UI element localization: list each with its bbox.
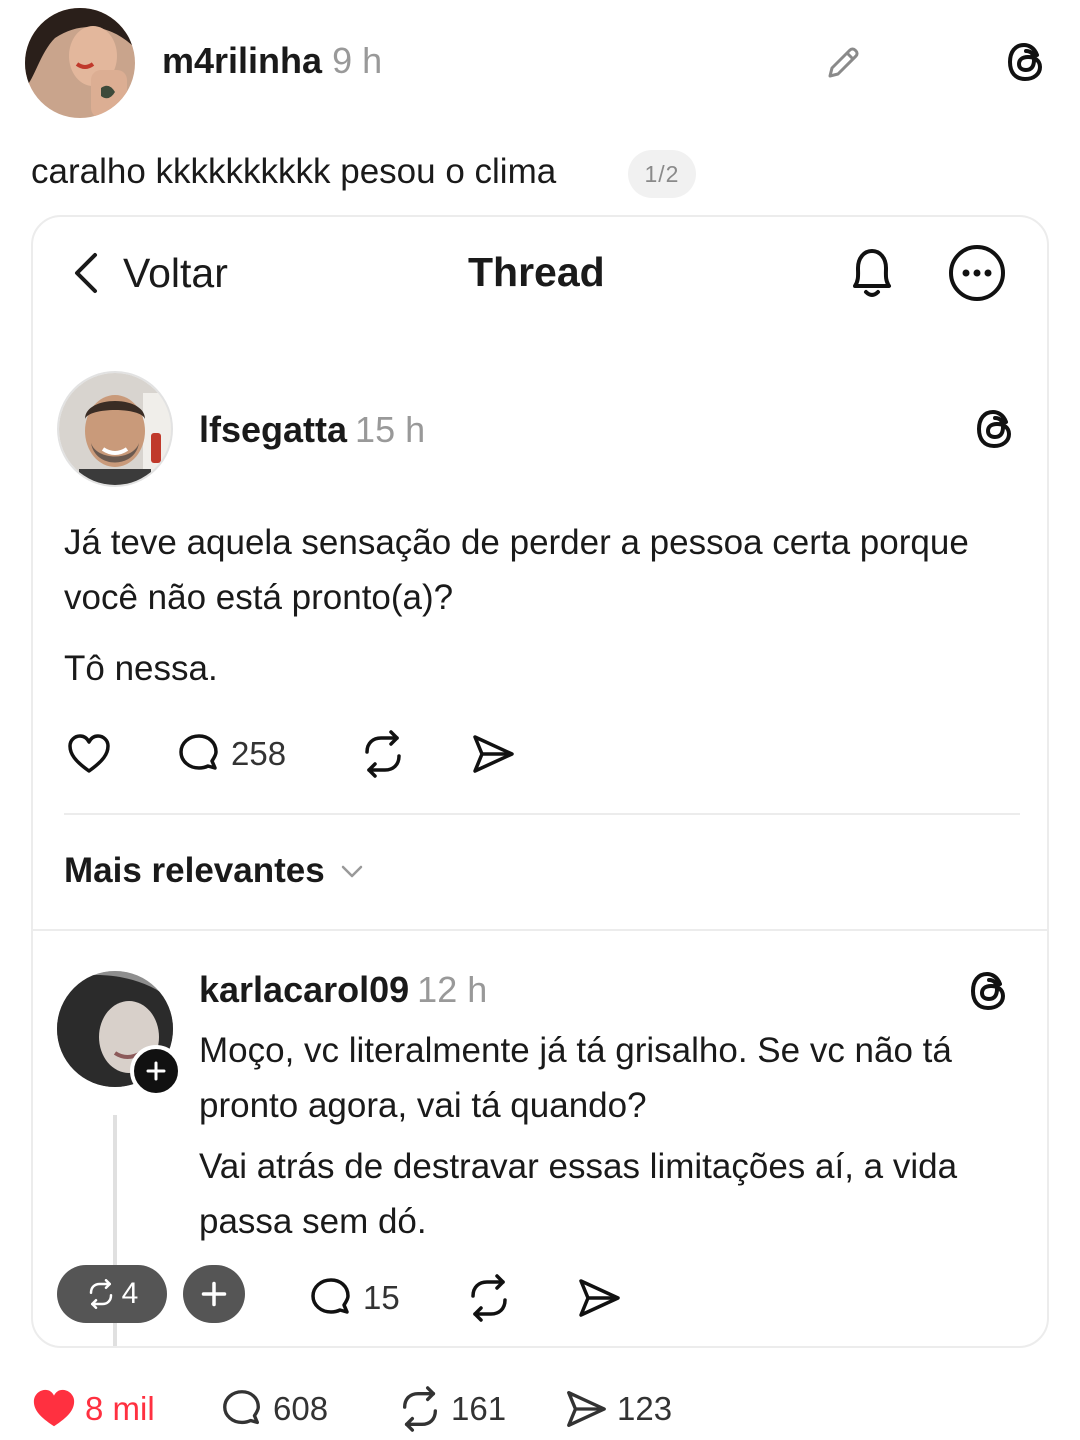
username-text[interactable]: m4rilinha: [162, 40, 322, 81]
post-caption: caralho kkkkkkkkkk pesou o clima: [31, 152, 557, 191]
post-text-secondary: Tô nessa.: [64, 649, 218, 688]
comment-count: 608: [273, 1390, 329, 1427]
post-time: 9 h: [332, 40, 383, 81]
reply-actions: 15: [307, 1273, 647, 1323]
post-text: Já teve aquela sensação de perder a pess…: [64, 523, 969, 617]
share-button[interactable]: [469, 729, 517, 779]
comment-icon: [311, 1278, 350, 1314]
share-button[interactable]: [575, 1273, 623, 1323]
post-actions: 258: [61, 729, 561, 779]
repost-button[interactable]: [359, 729, 407, 779]
share-icon: [473, 735, 514, 773]
reply-author[interactable]: karlacarol09 12 h: [199, 969, 487, 1011]
bell-icon[interactable]: [843, 242, 901, 304]
username-text[interactable]: karlacarol09: [199, 969, 409, 1010]
reply-text-secondary: Vai atrás de destravar essas limitações …: [199, 1147, 958, 1241]
repost-icon: [402, 1386, 438, 1432]
more-options-icon[interactable]: [947, 243, 1007, 303]
comment-button[interactable]: 15: [307, 1273, 400, 1323]
like-button[interactable]: [65, 729, 113, 779]
comment-button[interactable]: 258: [175, 729, 286, 779]
share-button[interactable]: 123: [563, 1384, 672, 1434]
chevron-left-icon: [75, 253, 97, 293]
reply-text: Moço, vc literalmente já tá grisalho. Se…: [199, 1031, 952, 1125]
pencil-icon[interactable]: [822, 42, 864, 84]
heart-icon: [68, 734, 110, 773]
like-button[interactable]: 8 mil: [31, 1384, 155, 1434]
threads-logo-icon[interactable]: [967, 969, 1011, 1013]
repost-button[interactable]: [465, 1273, 513, 1323]
page-indicator-badge: 1/2: [628, 150, 696, 198]
back-label: Voltar: [123, 249, 228, 296]
sort-label: Mais relevantes: [64, 851, 325, 890]
post-time: 15 h: [355, 409, 426, 450]
embedded-screenshot[interactable]: Voltar Thread lfsegatta 15 h Já teve aqu…: [31, 215, 1049, 1348]
username-text[interactable]: lfsegatta: [199, 409, 347, 450]
repost-icon: [89, 1279, 112, 1309]
repost-icon: [471, 1274, 507, 1322]
comment-icon: [223, 1390, 260, 1425]
threads-logo-icon[interactable]: [1004, 40, 1048, 84]
add-button[interactable]: [183, 1265, 245, 1323]
follow-button[interactable]: [130, 1045, 182, 1097]
divider: [64, 813, 1020, 815]
reply-time: 12 h: [417, 969, 488, 1010]
repost-count: 161: [451, 1390, 507, 1427]
comment-count: 258: [231, 735, 287, 772]
avatar-lfsegatta[interactable]: [57, 371, 173, 487]
comment-icon: [179, 734, 218, 770]
comment-count: 15: [363, 1279, 400, 1316]
like-count: 8 mil: [85, 1390, 155, 1427]
repost-count-pill[interactable]: 4: [57, 1265, 167, 1323]
chevron-down-icon: [341, 865, 362, 878]
post-author[interactable]: lfsegatta 15 h: [199, 409, 425, 451]
share-icon: [567, 1391, 606, 1427]
threads-logo-icon[interactable]: [973, 407, 1017, 451]
comment-button[interactable]: 608: [219, 1384, 328, 1434]
plus-icon: [146, 1061, 166, 1081]
outer-post-actions: 8 mil 608 161 123: [31, 1384, 731, 1434]
back-button[interactable]: Voltar: [69, 245, 228, 301]
share-count: 123: [617, 1390, 673, 1427]
divider: [33, 929, 1047, 931]
outer-username[interactable]: m4rilinha 9 h: [162, 40, 382, 82]
plus-icon: [201, 1281, 227, 1307]
repost-button[interactable]: 161: [397, 1384, 506, 1434]
share-icon: [579, 1279, 620, 1317]
repost-count: 4: [121, 1277, 139, 1310]
heart-filled-icon: [33, 1389, 75, 1427]
avatar-m4rilinha[interactable]: [25, 8, 135, 118]
repost-icon: [365, 730, 401, 778]
sort-dropdown[interactable]: Mais relevantes: [64, 851, 367, 891]
page-title: Thread: [468, 249, 605, 295]
